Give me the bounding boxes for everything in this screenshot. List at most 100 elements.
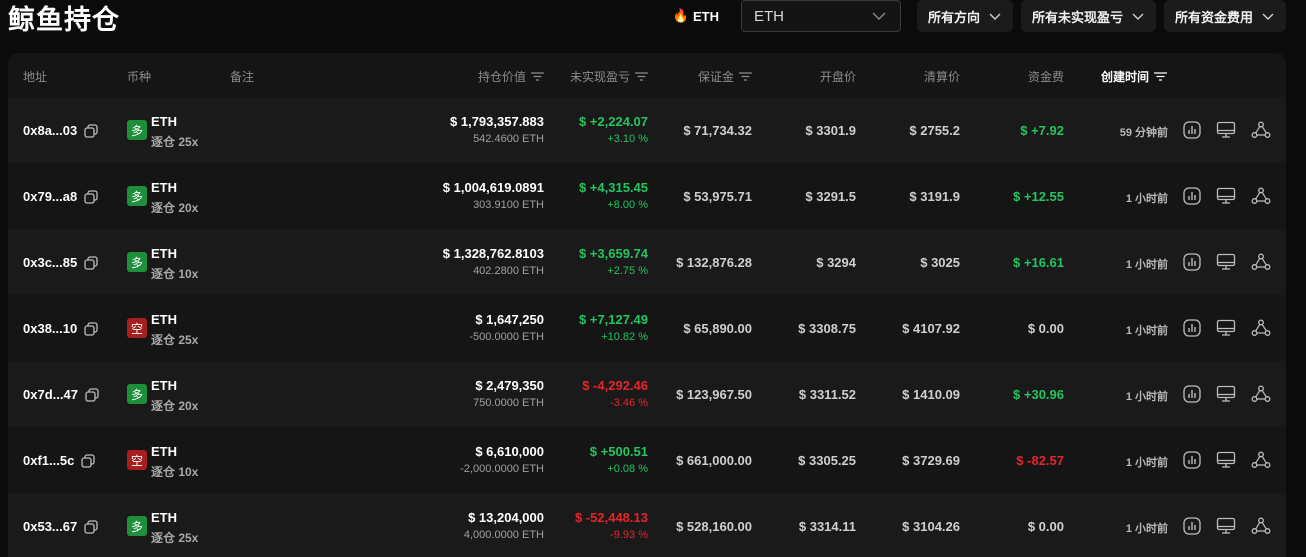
chart-icon[interactable] (1181, 251, 1203, 273)
share-icon[interactable] (1250, 317, 1272, 339)
monitor-icon[interactable] (1215, 119, 1237, 141)
leverage: 逐仓 25x (151, 333, 199, 347)
created-time: 1 小时前 (1125, 259, 1168, 271)
side-badge: 空 (127, 318, 147, 338)
margin-value: $ 71,734.32 (683, 123, 752, 138)
share-icon[interactable] (1250, 383, 1272, 405)
chart-icon[interactable] (1181, 449, 1203, 471)
side-badge: 空 (127, 450, 147, 470)
coin-name: ETH (151, 378, 177, 393)
share-icon[interactable] (1250, 251, 1272, 273)
monitor-icon[interactable] (1215, 449, 1237, 471)
filter-pnl-label: 所有未实现盈亏 (1031, 9, 1123, 25)
position-size: 542.4600 ETH (473, 133, 544, 145)
filter-unrealized-pnl[interactable]: 所有未实现盈亏 (1020, 0, 1156, 32)
table-row[interactable]: 0xf1...5c 空 ETH 逐仓 10x $ 6,610,000 -2,000.000… (8, 427, 1286, 493)
margin-value: $ 65,890.00 (683, 321, 752, 336)
address-text: 0x79...a8 (23, 189, 78, 204)
open-price: $ 3294 (816, 255, 856, 270)
address-cell[interactable]: 0x79...a8 (23, 189, 98, 204)
address-text: 0x38...10 (23, 321, 78, 336)
coin-tag[interactable]: 🔥 ETH (673, 8, 719, 24)
unrealized-pnl: $ +7,127.49 (578, 312, 648, 327)
chart-icon[interactable] (1181, 119, 1203, 141)
monitor-icon[interactable] (1215, 383, 1237, 405)
filter-direction[interactable]: 所有方向 (916, 0, 1013, 32)
leverage: 逐仓 10x (151, 465, 199, 479)
liquidation-price: $ 3729.69 (902, 453, 960, 468)
table-row[interactable]: 0x79...a8 多 ETH 逐仓 20x $ 1,004,619.0891 303.9… (8, 163, 1286, 229)
header-liq: 清算价 (923, 70, 960, 84)
address-text: 0x8a...03 (23, 123, 78, 138)
unrealized-pnl-pct: +2.75 % (607, 265, 648, 277)
copy-icon[interactable] (81, 453, 95, 468)
header-margin-label: 保证金 (697, 70, 734, 84)
table-row[interactable]: 0x38...10 空 ETH 逐仓 25x $ 1,647,250 -500.0000 … (8, 295, 1286, 361)
liquidation-price: $ 3191.9 (909, 189, 960, 204)
funding-fee: $ -82.57 (1016, 453, 1064, 468)
margin-value: $ 132,876.28 (676, 255, 752, 270)
leverage: 逐仓 20x (151, 399, 199, 413)
monitor-icon[interactable] (1215, 251, 1237, 273)
monitor-icon[interactable] (1215, 185, 1237, 207)
created-time: 1 小时前 (1125, 193, 1168, 205)
margin-value: $ 661,000.00 (676, 453, 752, 468)
copy-icon[interactable] (84, 321, 98, 336)
copy-icon[interactable] (85, 387, 99, 402)
filter-fee-label: 所有资金费用 (1174, 9, 1253, 25)
copy-icon[interactable] (84, 255, 98, 270)
filter-funding-fee[interactable]: 所有资金费用 (1163, 0, 1286, 32)
liquidation-price: $ 4107.92 (902, 321, 960, 336)
table-row[interactable]: 0x7d...47 多 ETH 逐仓 20x $ 2,479,350 750.0000 E… (8, 361, 1286, 427)
chart-icon[interactable] (1181, 383, 1203, 405)
share-icon[interactable] (1250, 185, 1272, 207)
created-time: 1 小时前 (1125, 391, 1168, 403)
table-row[interactable]: 0x8a...03 多 ETH 逐仓 25x $ 1,793,357.883 542.46… (8, 97, 1286, 163)
coin-select[interactable]: ETH (740, 0, 901, 32)
unrealized-pnl: $ +2,224.07 (578, 114, 648, 129)
share-icon[interactable] (1250, 119, 1272, 141)
margin-value: $ 528,160.00 (676, 519, 752, 534)
position-value: $ 1,647,250 (475, 312, 544, 327)
coin-tag-label: ETH (692, 8, 719, 24)
unrealized-pnl-pct: +10.82 % (601, 331, 648, 343)
leverage: 逐仓 25x (151, 135, 199, 149)
coin-name: ETH (151, 312, 177, 327)
address-cell[interactable]: 0x7d...47 (23, 387, 99, 402)
address-cell[interactable]: 0x3c...85 (23, 255, 98, 270)
address-cell[interactable]: 0x53...67 (23, 519, 98, 534)
copy-icon[interactable] (84, 189, 98, 204)
header-created[interactable]: 创建时间 (1101, 68, 1168, 85)
chart-icon[interactable] (1181, 515, 1203, 537)
liquidation-price: $ 3104.26 (902, 519, 960, 534)
copy-icon[interactable] (84, 519, 98, 534)
table-row[interactable]: 0x3c...85 多 ETH 逐仓 10x $ 1,328,762.8103 402.2… (8, 229, 1286, 295)
position-size: 402.2800 ETH (473, 265, 544, 277)
position-size: -500.0000 ETH (469, 331, 544, 343)
header-margin[interactable]: 保证金 (698, 68, 752, 85)
leverage: 逐仓 20x (151, 201, 199, 215)
created-time: 1 小时前 (1125, 457, 1168, 469)
table-row[interactable]: 0x53...67 多 ETH 逐仓 25x $ 13,204,000 4,000.000… (8, 493, 1286, 557)
header-pnl[interactable]: 未实现盈亏 (570, 68, 648, 85)
position-size: 750.0000 ETH (473, 397, 544, 409)
funding-fee: $ 0.00 (1027, 519, 1064, 534)
side-badge: 多 (127, 516, 147, 536)
open-price: $ 3314.11 (798, 519, 856, 534)
position-value: $ 1,328,762.8103 (442, 246, 544, 261)
share-icon[interactable] (1250, 515, 1272, 537)
unrealized-pnl: $ +500.51 (589, 444, 648, 459)
share-icon[interactable] (1250, 449, 1272, 471)
address-cell[interactable]: 0xf1...5c (23, 453, 95, 468)
monitor-icon[interactable] (1215, 515, 1237, 537)
address-cell[interactable]: 0x38...10 (23, 321, 98, 336)
positions-table: 地址 币种 备注 持仓价值 未实现盈亏 保证金 开盘价 清算价 资金费 创建时间… (8, 53, 1286, 557)
chart-icon[interactable] (1181, 317, 1203, 339)
header-value[interactable]: 持仓价值 (478, 68, 544, 85)
copy-icon[interactable] (84, 123, 98, 138)
address-cell[interactable]: 0x8a...03 (23, 123, 98, 138)
chart-icon[interactable] (1181, 185, 1203, 207)
monitor-icon[interactable] (1215, 317, 1237, 339)
funding-fee: $ +16.61 (1013, 255, 1064, 270)
unrealized-pnl: $ -4,292.46 (582, 378, 648, 393)
